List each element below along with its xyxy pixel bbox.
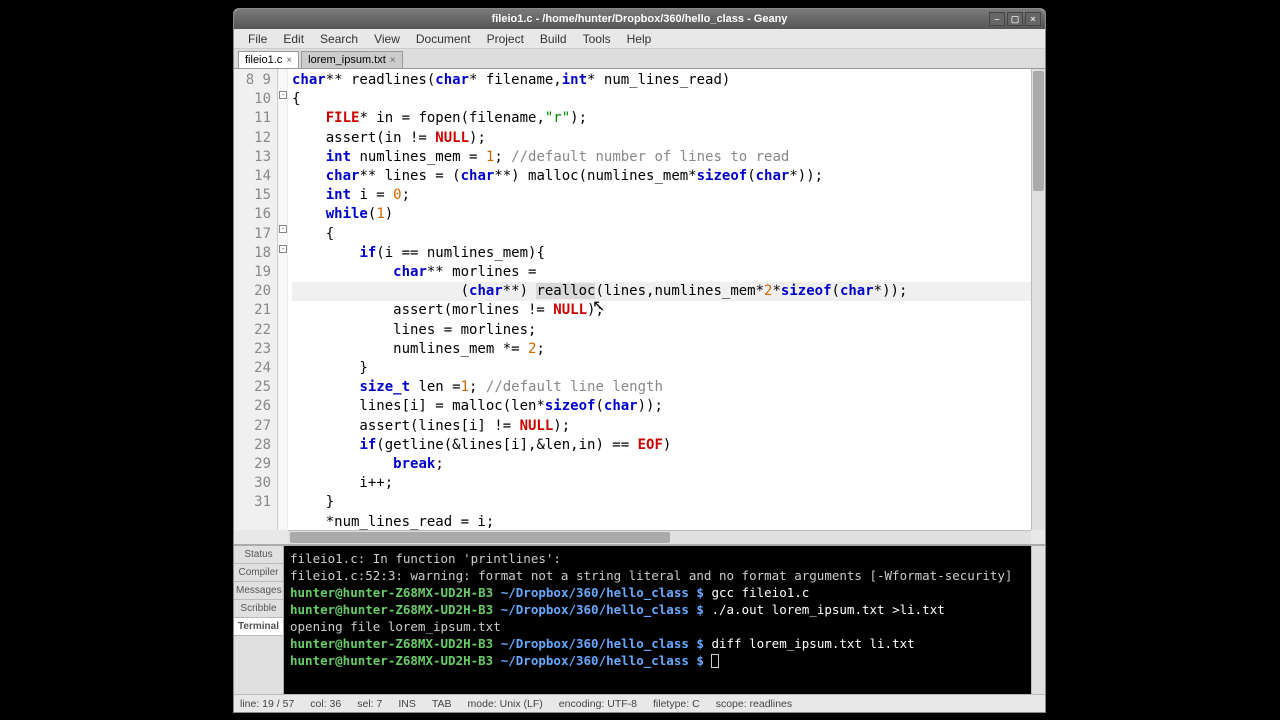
terminal-line: hunter@hunter-Z68MX-UD2H-B3 ~/Dropbox/36… (290, 652, 1025, 669)
status-bar: line: 19 / 57 col: 36 sel: 7 INS TAB mod… (234, 694, 1045, 712)
panel-tab-compiler[interactable]: Compiler (234, 564, 283, 582)
file-tab[interactable]: lorem_ipsum.txt × (301, 51, 402, 68)
panel-tab-messages[interactable]: Messages (234, 582, 283, 600)
status-scope: scope: readlines (716, 698, 792, 710)
menu-project[interactable]: Project (479, 30, 532, 48)
window-title: fileio1.c - /home/hunter/Dropbox/360/hel… (492, 13, 788, 25)
tab-close-icon[interactable]: × (390, 55, 396, 66)
bottom-panel: StatusCompilerMessagesScribbleTerminal f… (234, 544, 1045, 694)
tab-close-icon[interactable]: × (286, 55, 292, 66)
maximize-button[interactable]: ▢ (1007, 12, 1023, 26)
line-gutter: 8 9 10 11 12 13 14 15 16 17 18 19 20 21 … (234, 69, 278, 530)
status-filetype: filetype: C (653, 698, 700, 710)
panel-tab-scribble[interactable]: Scribble (234, 600, 283, 618)
menu-search[interactable]: Search (312, 30, 366, 48)
app-window: fileio1.c - /home/hunter/Dropbox/360/hel… (233, 8, 1046, 713)
titlebar[interactable]: fileio1.c - /home/hunter/Dropbox/360/hel… (234, 9, 1045, 29)
terminal-line: fileio1.c:52:3: warning: format not a st… (290, 567, 1025, 584)
status-mode: mode: Unix (LF) (468, 698, 543, 710)
fold-column[interactable]: - - - (278, 69, 288, 530)
minimize-button[interactable]: – (989, 12, 1005, 26)
terminal-line: fileio1.c: In function 'printlines': (290, 550, 1025, 567)
status-selection: sel: 7 (357, 698, 382, 710)
menu-edit[interactable]: Edit (275, 30, 312, 48)
tab-label: lorem_ipsum.txt (308, 54, 386, 66)
scroll-thumb[interactable] (290, 532, 670, 543)
horizontal-scrollbar[interactable] (288, 530, 1031, 544)
scroll-thumb[interactable] (1033, 71, 1044, 191)
terminal-line: hunter@hunter-Z68MX-UD2H-B3 ~/Dropbox/36… (290, 635, 1025, 652)
message-tabs: StatusCompilerMessagesScribbleTerminal (234, 546, 284, 694)
menu-help[interactable]: Help (619, 30, 660, 48)
menu-tools[interactable]: Tools (575, 30, 619, 48)
panel-tab-terminal[interactable]: Terminal (234, 618, 283, 636)
fold-marker-icon[interactable]: - (279, 91, 287, 99)
status-encoding: encoding: UTF-8 (559, 698, 637, 710)
fold-marker-icon[interactable]: - (279, 225, 287, 233)
status-insert: INS (398, 698, 416, 710)
menu-file[interactable]: File (240, 30, 275, 48)
tab-bar: fileio1.c × lorem_ipsum.txt × (234, 49, 1045, 69)
code-editor[interactable]: 8 9 10 11 12 13 14 15 16 17 18 19 20 21 … (234, 69, 1045, 530)
terminal-line: hunter@hunter-Z68MX-UD2H-B3 ~/Dropbox/36… (290, 584, 1025, 601)
terminal-line: hunter@hunter-Z68MX-UD2H-B3 ~/Dropbox/36… (290, 601, 1025, 618)
menu-document[interactable]: Document (408, 30, 479, 48)
tab-label: fileio1.c (245, 54, 282, 66)
panel-tab-status[interactable]: Status (234, 546, 283, 564)
code-area[interactable]: char** readlines(char* filename,int* num… (288, 69, 1031, 530)
status-column: col: 36 (310, 698, 341, 710)
terminal-scrollbar[interactable] (1031, 546, 1045, 694)
file-tab[interactable]: fileio1.c × (238, 51, 299, 68)
close-button[interactable]: × (1025, 12, 1041, 26)
vertical-scrollbar[interactable] (1031, 69, 1045, 530)
terminal-line: opening file lorem_ipsum.txt (290, 618, 1025, 635)
menu-build[interactable]: Build (532, 30, 575, 48)
fold-marker-icon[interactable]: - (279, 245, 287, 253)
menu-view[interactable]: View (366, 30, 408, 48)
menubar: FileEditSearchViewDocumentProjectBuildTo… (234, 29, 1045, 49)
status-tab: TAB (432, 698, 452, 710)
terminal[interactable]: fileio1.c: In function 'printlines':file… (284, 546, 1031, 694)
status-position: line: 19 / 57 (240, 698, 294, 710)
